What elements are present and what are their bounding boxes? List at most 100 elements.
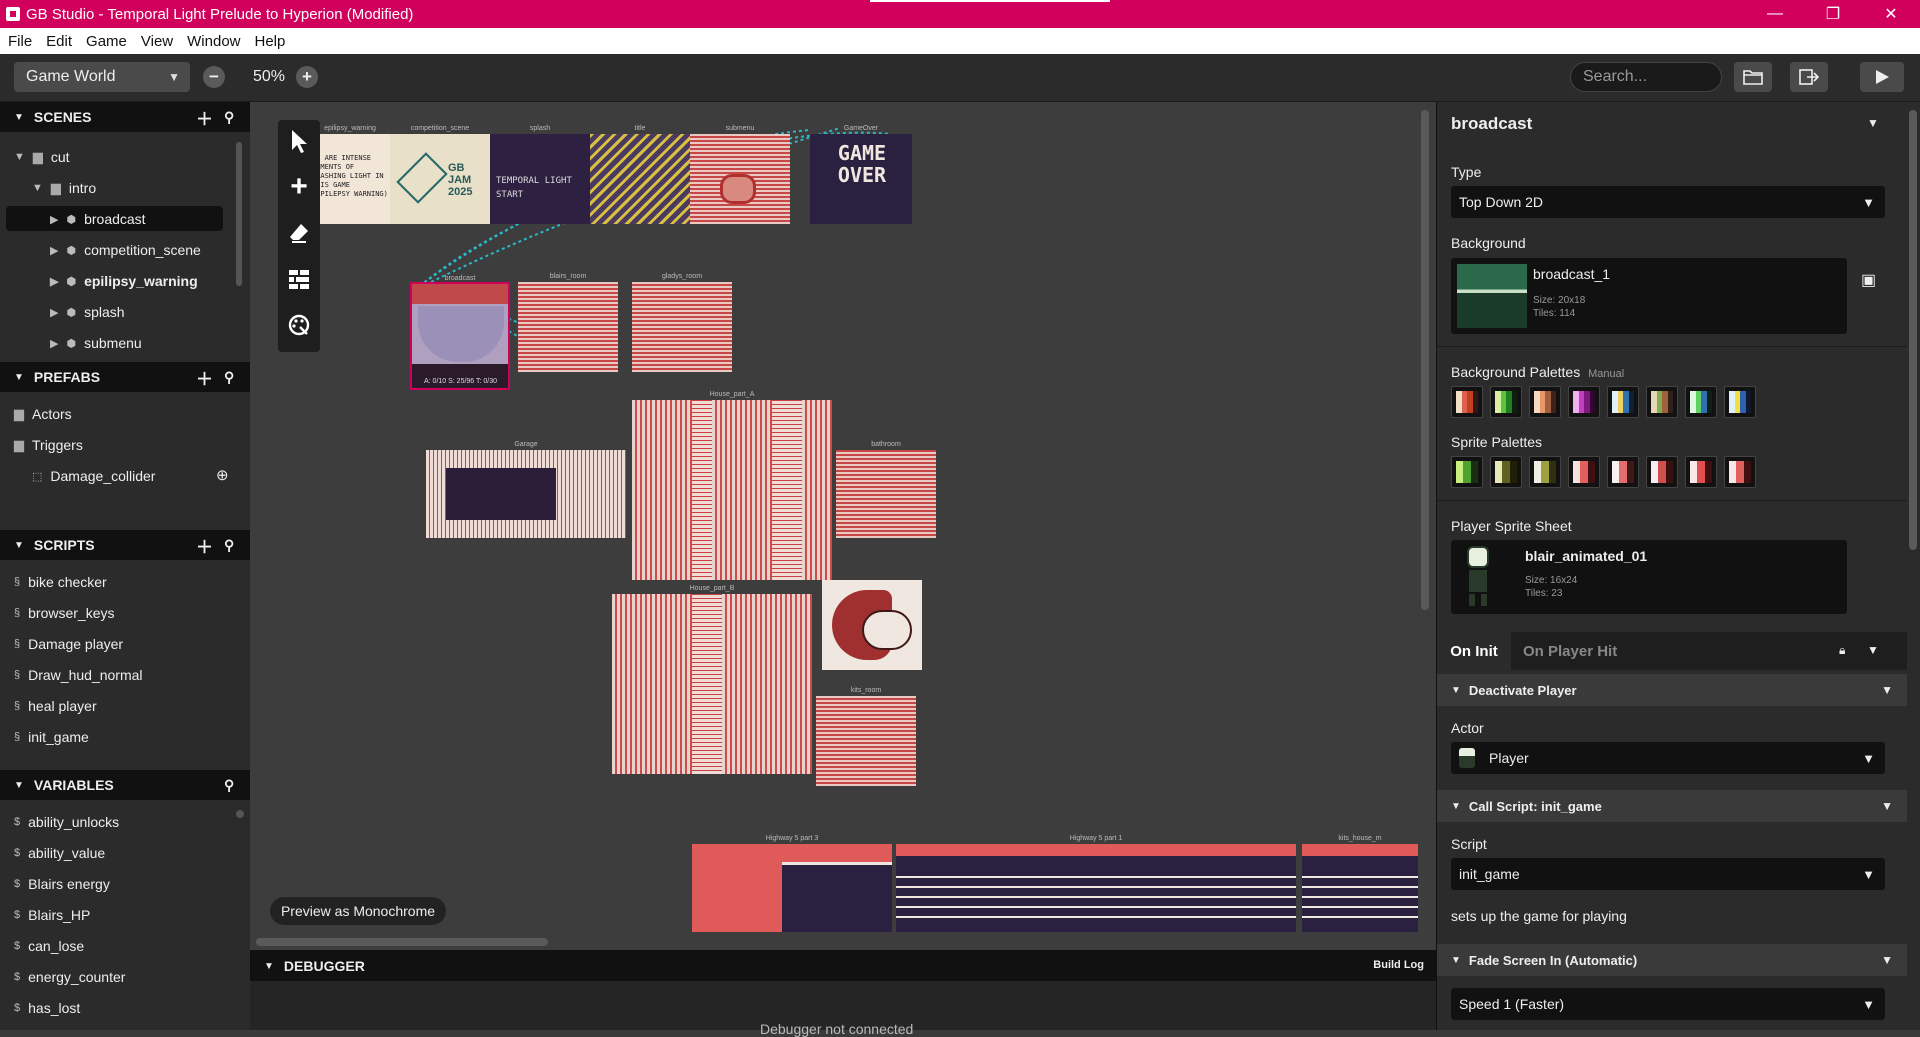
search-icon[interactable]: ⚲ <box>224 109 234 126</box>
scene-kits-room[interactable]: kits_room <box>816 687 916 786</box>
chevron-down-icon[interactable]: ▼ <box>1867 116 1879 130</box>
palette-swatch[interactable] <box>1490 386 1522 418</box>
tree-folder-cut[interactable]: ▼ ▆ cut <box>14 145 70 169</box>
add-script-icon[interactable]: ＋ <box>196 533 213 558</box>
panel-scrollbar[interactable] <box>1909 110 1917 550</box>
tab-on-init[interactable]: On Init <box>1437 632 1511 670</box>
palette-swatch[interactable] <box>1529 456 1561 488</box>
script-item[interactable]: § bike checker <box>14 570 107 594</box>
variable-item[interactable]: $ has_lost <box>14 996 80 1020</box>
menu-edit[interactable]: Edit <box>46 33 72 50</box>
variable-item[interactable]: $ ability_unlocks <box>14 810 119 834</box>
scene-gladys-room[interactable]: gladys_room <box>632 273 732 372</box>
menu-view[interactable]: View <box>141 33 173 50</box>
scripts-header[interactable]: ▼ SCRIPTS ＋ ⚲ <box>0 530 250 560</box>
zoom-in-button[interactable]: + <box>296 66 318 88</box>
variable-item[interactable]: $ energy_counter <box>14 965 125 989</box>
event-fade-screen-in[interactable]: ▼ Fade Screen In (Automatic) ▼ <box>1437 944 1907 976</box>
lock-icon[interactable]: 🔒︎ <box>1839 643 1845 658</box>
scene-broadcast[interactable]: broadcast <box>410 275 510 390</box>
palette-swatch[interactable] <box>1568 456 1600 488</box>
palette-swatch[interactable] <box>1685 456 1717 488</box>
palette-swatch[interactable] <box>1646 386 1678 418</box>
debugger-header[interactable]: ▼ DEBUGGER Build Log <box>250 951 1436 981</box>
scene-title[interactable]: title <box>590 125 690 224</box>
export-button[interactable] <box>1790 62 1828 92</box>
close-button[interactable]: ✕ <box>1862 0 1920 28</box>
scene-bathroom[interactable]: bathroom <box>836 441 936 538</box>
horizontal-scrollbar[interactable] <box>256 938 548 946</box>
scene-game-over[interactable]: GameOver GAME OVER <box>810 125 912 224</box>
menu-game[interactable]: Game <box>86 33 127 50</box>
select-tool-button[interactable] <box>282 124 316 158</box>
variable-item[interactable]: $ can_lose <box>14 934 84 958</box>
scene-submenu[interactable]: submenu <box>690 125 790 224</box>
eraser-tool-button[interactable] <box>282 216 316 250</box>
prefab-item-damage-collider[interactable]: ⬚ Damage_collider <box>32 464 155 488</box>
script-item[interactable]: § heal player <box>14 694 97 718</box>
script-item[interactable]: § Draw_hud_normal <box>14 663 143 687</box>
scene-highway-part-3[interactable]: Highway 5 part 3 <box>692 835 892 932</box>
prefab-folder-triggers[interactable]: ▆ Triggers <box>14 433 83 457</box>
menu-help[interactable]: Help <box>255 33 286 50</box>
add-tool-button[interactable]: + <box>282 170 316 204</box>
zoom-out-button[interactable]: − <box>203 66 225 88</box>
preview-monochrome-button[interactable]: Preview as Monochrome <box>270 897 446 925</box>
palette-swatch[interactable] <box>1568 386 1600 418</box>
script-item[interactable]: § Damage player <box>14 632 123 656</box>
variables-header[interactable]: ▼ VARIABLES ⚲ <box>0 770 250 800</box>
scene-splash[interactable]: splash TEMPORAL LIGHT START <box>490 125 590 224</box>
variables-scrollbar[interactable] <box>236 810 244 818</box>
minimize-button[interactable]: — <box>1746 0 1804 28</box>
palette-swatch[interactable] <box>1529 386 1561 418</box>
scene-house-part-a[interactable]: House_part_A <box>632 391 832 580</box>
variable-item[interactable]: $ ability_value <box>14 841 105 865</box>
scene-highway-part-1[interactable]: Highway 5 part 1 <box>896 835 1296 932</box>
add-scene-icon[interactable]: ＋ <box>196 105 213 130</box>
open-folder-button[interactable] <box>1734 62 1772 92</box>
scene-portrait[interactable] <box>822 580 922 670</box>
scene-house-part-b[interactable]: House_part_B <box>612 585 812 774</box>
background-select[interactable]: broadcast_1 Size: 20x18 Tiles: 114 <box>1451 258 1847 334</box>
search-icon[interactable]: ⚲ <box>224 537 234 554</box>
scene-item-competition-scene[interactable]: ▶ ⬢ competition_scene <box>50 238 201 262</box>
add-prefab-icon[interactable]: ＋ <box>196 365 213 390</box>
scenes-header[interactable]: ▼ SCENES ＋ ⚲ <box>0 102 250 132</box>
search-icon[interactable]: ⚲ <box>224 777 234 794</box>
actor-select[interactable]: Player ▼ <box>1451 742 1885 774</box>
palette-swatch[interactable] <box>1607 456 1639 488</box>
palette-swatch[interactable] <box>1685 386 1717 418</box>
tree-folder-intro[interactable]: ▼ ▆ intro <box>32 176 96 200</box>
palette-swatch[interactable] <box>1724 456 1756 488</box>
player-sprite-select[interactable]: blair_animated_01 Size: 16x24 Tiles: 23 <box>1451 540 1847 614</box>
script-select[interactable]: init_game ▼ <box>1451 858 1885 890</box>
play-button[interactable] <box>1860 62 1904 92</box>
variable-item[interactable]: $ Blairs energy <box>14 872 110 896</box>
prefabs-header[interactable]: ▼ PREFABS ＋ ⚲ <box>0 362 250 392</box>
maximize-button[interactable]: ❐ <box>1804 0 1862 28</box>
speed-select[interactable]: Speed 1 (Faster) ▼ <box>1451 988 1885 1020</box>
scene-item-epilipsy-warning[interactable]: ▶ ⬢ epilipsy_warning <box>50 269 198 293</box>
palette-swatch[interactable] <box>1451 456 1483 488</box>
palette-swatch[interactable] <box>1490 456 1522 488</box>
world-canvas[interactable]: epilipsy_warning WE ARE INTENSE MOMENTS … <box>250 102 1436 950</box>
prefab-folder-actors[interactable]: ▆ Actors <box>14 402 72 426</box>
variable-item[interactable]: $ Blairs_HP <box>14 903 90 927</box>
view-select[interactable]: Game World ▼ <box>14 62 190 92</box>
palette-swatch[interactable] <box>1724 386 1756 418</box>
scene-name-field[interactable]: broadcast <box>1451 114 1532 134</box>
menu-window[interactable]: Window <box>187 33 240 50</box>
palette-swatch[interactable] <box>1646 456 1678 488</box>
search-icon[interactable]: ⚲ <box>224 369 234 386</box>
build-log-button[interactable]: Build Log <box>1373 959 1424 971</box>
script-item[interactable]: § init_game <box>14 725 89 749</box>
colorize-tool-button[interactable] <box>282 308 316 342</box>
scene-garage[interactable]: Garage <box>426 441 626 538</box>
scene-type-select[interactable]: Top Down 2D ▼ <box>1451 186 1885 218</box>
scene-item-splash[interactable]: ▶ ⬢ splash <box>50 300 125 324</box>
scene-item-broadcast[interactable]: ▶ ⬢ broadcast <box>50 207 146 231</box>
scene-item-submenu[interactable]: ▶ ⬢ submenu <box>50 331 142 355</box>
search-input[interactable]: Search... <box>1570 62 1722 92</box>
scene-kits-house[interactable]: kits_house_m <box>1302 835 1418 932</box>
scene-blairs-room[interactable]: blairs_room <box>518 273 618 372</box>
